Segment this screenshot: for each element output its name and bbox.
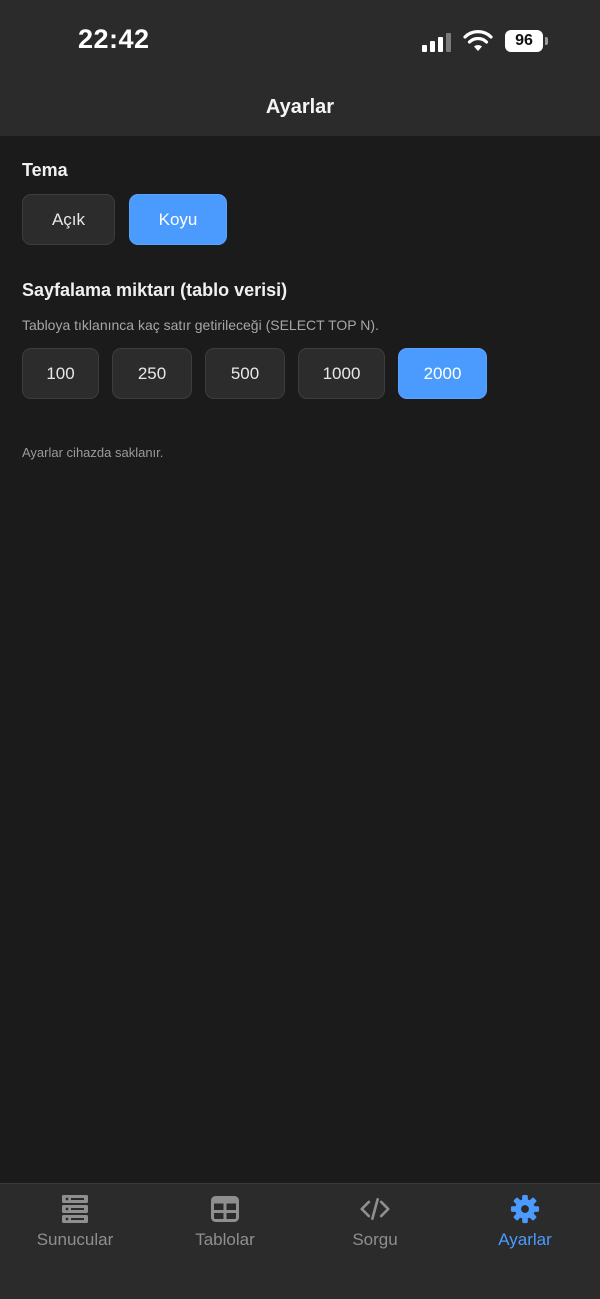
page-size-500-button[interactable]: 500 xyxy=(205,348,285,399)
theme-dark-button[interactable]: Koyu xyxy=(129,194,227,245)
tab-tables-label: Tablolar xyxy=(195,1230,255,1249)
settings-screen: 22:42 96 Ayarlar Tema Açık Koyu Sayfalam… xyxy=(0,0,600,1299)
tab-servers[interactable]: Sunucular xyxy=(0,1184,150,1264)
tab-settings[interactable]: Ayarlar xyxy=(450,1184,600,1264)
theme-light-button[interactable]: Açık xyxy=(22,194,115,245)
tab-settings-label: Ayarlar xyxy=(498,1230,552,1249)
page-title: Ayarlar xyxy=(265,96,335,118)
page-size-100-button[interactable]: 100 xyxy=(22,348,99,399)
tab-query[interactable]: Sorgu xyxy=(300,1184,450,1264)
page-size-2000-button[interactable]: 2000 xyxy=(398,348,487,399)
tab-query-label: Sorgu xyxy=(352,1230,398,1249)
paging-section-title: Sayfalama miktarı (tablo verisi) xyxy=(22,280,288,300)
tab-tables[interactable]: Tablolar xyxy=(150,1184,300,1264)
tab-servers-label: Sunucular xyxy=(36,1230,114,1249)
battery-level: 96 xyxy=(505,30,543,52)
cellular-signal-icon xyxy=(422,30,451,52)
page-size-1000-button[interactable]: 1000 xyxy=(298,348,385,399)
server-icon xyxy=(60,1194,90,1224)
code-icon xyxy=(360,1194,390,1224)
theme-section-title: Tema xyxy=(22,160,68,180)
page-size-250-button[interactable]: 250 xyxy=(112,348,192,399)
theme-options: Açık Koyu xyxy=(22,194,227,245)
gear-icon xyxy=(510,1194,540,1224)
storage-note: Ayarlar cihazda saklanır. xyxy=(22,445,164,460)
status-time: 22:42 xyxy=(78,24,150,54)
top-bar: 22:42 96 Ayarlar xyxy=(0,0,600,136)
table-icon xyxy=(210,1194,240,1224)
wifi-icon xyxy=(463,30,493,51)
status-indicators: 96 xyxy=(422,27,548,55)
paging-description: Tabloya tıklanınca kaç satır getirileceğ… xyxy=(22,317,379,333)
paging-options: 100 250 500 1000 2000 xyxy=(22,348,487,399)
battery-icon: 96 xyxy=(505,30,548,52)
tab-bar: Sunucular Tablolar Sorgu Ayarlar xyxy=(0,1183,600,1299)
